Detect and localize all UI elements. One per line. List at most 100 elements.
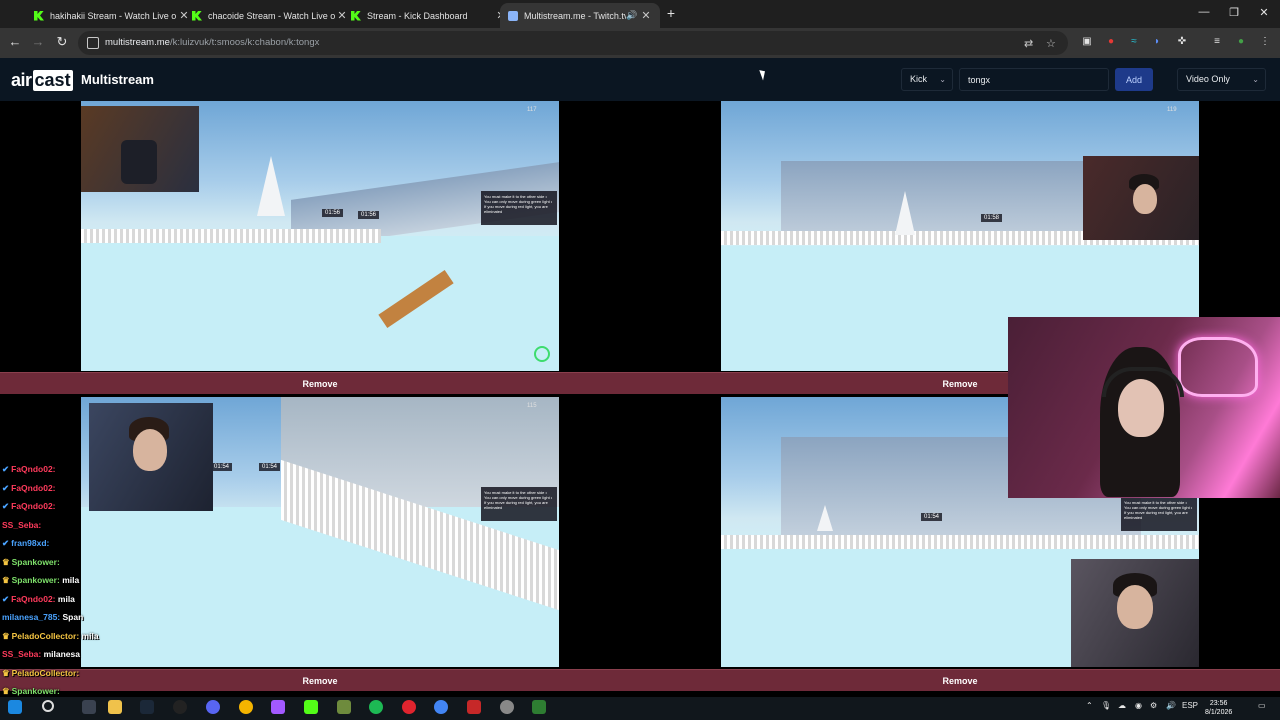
streamer-webcam [1071, 559, 1199, 667]
chat-username: FaQndo02: [11, 593, 56, 604]
tab-title: Stream - Kick Dashboard [367, 10, 468, 21]
start-icon[interactable] [8, 700, 22, 714]
volume-icon[interactable]: 🔊 [1166, 701, 1176, 710]
extension-icon[interactable]: ▣ [1080, 35, 1094, 49]
snowy-tree [817, 505, 833, 531]
browser-tab[interactable]: Stream - Kick Dashboard ✕ [343, 3, 515, 28]
chrome-icon[interactable] [239, 700, 253, 714]
browser-tab[interactable]: chacoide Stream - Watch Live o ✕ [184, 3, 356, 28]
chat-text: mila [81, 630, 99, 641]
chat-message: ♛ Spankower: mila [2, 571, 142, 590]
display-mode-select[interactable]: Video Only ⌄ [1177, 68, 1266, 91]
close-window-icon[interactable]: ✕ [1257, 6, 1271, 19]
taskbar-clock[interactable]: 23:56 8/1/2026 [1205, 699, 1232, 717]
app-icon[interactable] [532, 700, 546, 714]
chat-message: ✔ FaQndo02: mila [2, 590, 142, 609]
browser-tab[interactable]: hakihakii Stream - Watch Live o ✕ [26, 3, 198, 28]
aircast-logo[interactable]: air cast [11, 69, 73, 91]
tab-title: Multistream.me - Twitch.tv [524, 10, 626, 21]
stream-panel: 01:56 01:56 You must make it to the othe… [0, 101, 640, 397]
badge-icon: ✔ [2, 593, 10, 604]
add-stream-button[interactable]: Add [1115, 68, 1153, 91]
profile-avatar[interactable]: ● [1234, 35, 1248, 49]
restore-icon[interactable]: ❐ [1227, 6, 1241, 19]
chat-username: Spankower: [11, 575, 60, 585]
chat-message: ♛ Spankower: [2, 553, 142, 572]
kick-icon[interactable] [304, 700, 318, 714]
notifications-icon[interactable]: ▭ [1258, 701, 1266, 710]
chrome-active-icon[interactable] [434, 700, 448, 714]
minimize-icon[interactable]: — [1197, 6, 1211, 18]
streamer-webcam [1083, 156, 1199, 240]
multistream-icon [508, 10, 518, 21]
file-explorer-icon[interactable] [108, 700, 122, 714]
stream-video[interactable]: 01:54 01:54 You must make it to the othe… [81, 397, 559, 667]
app-tray-icon[interactable]: ⚙ [1150, 701, 1157, 710]
speaker-icon[interactable]: 🔊 [626, 10, 640, 21]
crown-icon: ♛ [2, 667, 10, 678]
app-icon[interactable] [467, 700, 481, 714]
task-view-icon[interactable] [82, 700, 96, 714]
spotify-icon[interactable] [369, 700, 383, 714]
stream-video[interactable]: 01:56 01:56 You must make it to the othe… [81, 101, 559, 371]
chevron-up-icon[interactable]: ⌃ [1086, 701, 1093, 710]
site-info-icon[interactable] [87, 37, 99, 49]
chat-text: mila [57, 593, 75, 604]
translate-icon[interactable]: ⇄ [1024, 37, 1033, 50]
streamer-face [1133, 184, 1157, 214]
back-icon[interactable]: ← [7, 34, 23, 50]
channel-input[interactable] [959, 68, 1109, 91]
arena-wall [781, 161, 1121, 241]
game-timer: 01:54 [921, 513, 943, 521]
overlay-webcam [1008, 317, 1280, 498]
viewer-count: 115 [527, 403, 537, 409]
settings-gear-icon[interactable] [500, 700, 514, 714]
address-bar[interactable]: multistream.me/k:luizvuk/t:smoos/k:chabo… [78, 31, 1068, 55]
game-timer: 01:56 [322, 209, 344, 217]
extensions-puzzle-icon[interactable]: ✜ [1175, 35, 1189, 49]
browser-tab-active[interactable]: Multistream.me - Twitch.tv 🔊 ✕ [500, 3, 660, 28]
minecraft-icon[interactable] [337, 700, 351, 714]
extension-icon[interactable]: ◗ [1150, 35, 1164, 49]
extension-icon[interactable]: ≈ [1127, 35, 1141, 49]
obs-icon[interactable] [173, 700, 187, 714]
remove-stream-button[interactable]: Remove [0, 372, 640, 394]
app-icon[interactable] [271, 700, 285, 714]
platform-select[interactable]: Kick ⌄ [901, 68, 953, 91]
chat-message: ✔ FaQndo02: [2, 460, 142, 479]
bookmark-star-icon[interactable]: ☆ [1046, 37, 1056, 50]
microphone-icon[interactable]: 🎙 [1101, 701, 1111, 710]
chat-message: SS_Seba: [2, 516, 142, 535]
reload-icon[interactable]: ↻ [54, 34, 70, 50]
steam-icon[interactable] [140, 700, 154, 714]
badge-icon: ✔ [2, 538, 10, 548]
app-tray-icon[interactable]: ◉ [1135, 701, 1142, 710]
chat-text: mila [62, 575, 80, 585]
new-tab-button[interactable]: + [664, 6, 678, 20]
language-indicator[interactable]: ESP [1182, 701, 1198, 710]
tab-title: chacoide Stream - Watch Live o [208, 10, 336, 21]
opera-icon[interactable] [402, 700, 416, 714]
remove-stream-button[interactable]: Remove [640, 669, 1280, 691]
chat-text: milanesa [43, 649, 80, 659]
chair [121, 140, 157, 184]
crown-icon: ♛ [2, 686, 10, 696]
close-icon[interactable]: ✕ [640, 9, 652, 22]
tab-title: hakihakii Stream - Watch Live o [50, 10, 177, 21]
kick-icon [192, 10, 202, 21]
logo-air-text: air [11, 69, 32, 90]
url-text: multistream.me/k:luizvuk/t:smoos/k:chabo… [105, 37, 320, 48]
forward-icon[interactable]: → [30, 34, 46, 50]
discord-icon[interactable] [206, 700, 220, 714]
game-timer: 01:56 [358, 211, 380, 219]
network-icon[interactable]: ☁ [1118, 701, 1126, 710]
display-mode-value: Video Only [1186, 74, 1230, 84]
menu-kebab-icon[interactable]: ⋮ [1258, 35, 1272, 49]
chat-username: FaQndo02: [11, 501, 56, 511]
extension-icon[interactable]: ● [1104, 35, 1118, 49]
search-icon[interactable] [42, 700, 54, 712]
media-control-icon[interactable]: ≡ [1210, 35, 1224, 49]
streamer-face [1117, 585, 1153, 629]
chat-username: fran98xd: [11, 538, 50, 548]
chevron-down-icon: ⌄ [1252, 75, 1259, 84]
